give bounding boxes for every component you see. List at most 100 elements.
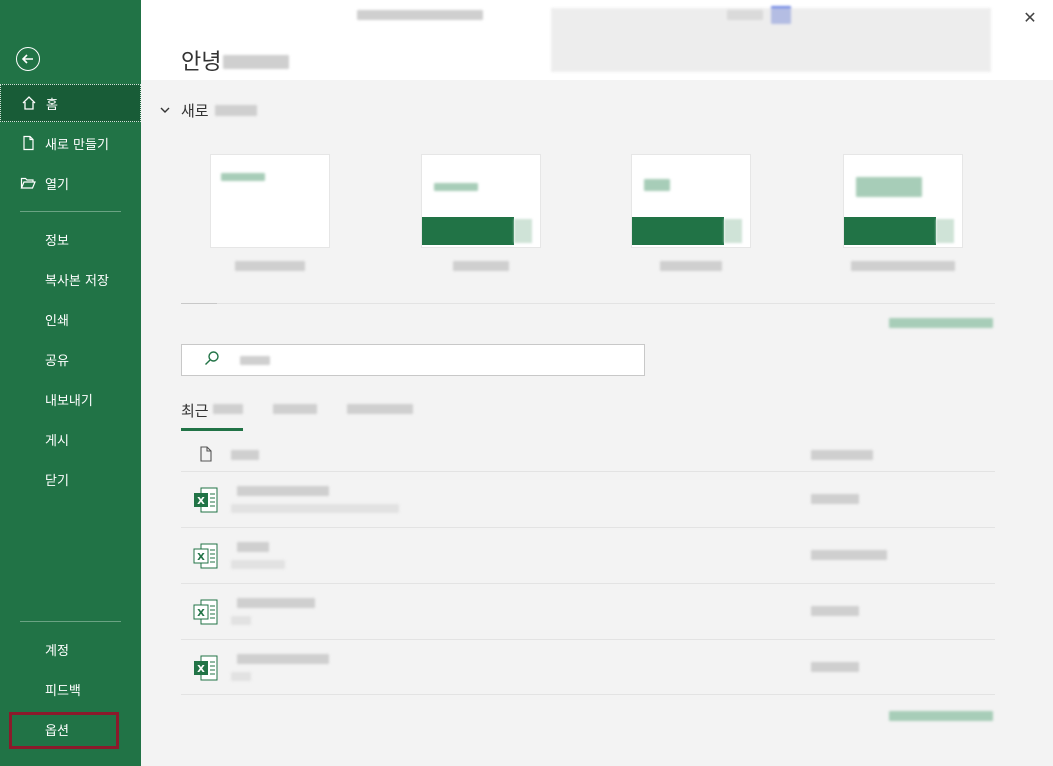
- template-card[interactable]: [211, 155, 329, 274]
- blurred-text: [272, 404, 317, 414]
- template-name: [211, 261, 329, 274]
- svg-text:X: X: [197, 496, 205, 507]
- excel-file-icon: X: [193, 654, 219, 686]
- template-bar-label: [936, 219, 954, 243]
- template-name: [422, 261, 540, 274]
- template-bar-label: [514, 219, 532, 243]
- blurred-text: [235, 261, 305, 271]
- sidebar-item-export[interactable]: 내보내기: [0, 380, 141, 418]
- sidebar-item-info[interactable]: 정보: [0, 220, 141, 258]
- template-thumbnail: [632, 155, 750, 247]
- svg-text:X: X: [197, 664, 205, 675]
- file-name: [237, 598, 315, 608]
- page-title: 안녕: [181, 44, 290, 76]
- tab-pinned[interactable]: [272, 400, 317, 428]
- blurred-text: [346, 404, 413, 414]
- file-date: [811, 606, 859, 616]
- table-row[interactable]: X: [181, 527, 995, 584]
- template-card[interactable]: [844, 155, 962, 274]
- file-tabs: 최근: [181, 400, 443, 431]
- folder-open-icon: [20, 175, 36, 191]
- sidebar-item-print[interactable]: 인쇄: [0, 300, 141, 338]
- sidebar-item-account[interactable]: 계정: [0, 630, 141, 668]
- blurred-name: [223, 55, 290, 69]
- file-path: [231, 672, 251, 681]
- tab-recent[interactable]: 최근: [181, 400, 243, 431]
- sidebar-item-label: 새로 만들기: [45, 137, 109, 153]
- table-row[interactable]: X: [181, 583, 995, 640]
- back-arrow-icon[interactable]: [16, 47, 40, 71]
- blurred-text: [660, 261, 722, 271]
- blurred-text: [453, 261, 509, 271]
- svg-text:X: X: [197, 608, 205, 619]
- sidebar-item-publish[interactable]: 게시: [0, 420, 141, 458]
- section-label: 새로: [181, 102, 209, 120]
- sidebar-item-label: 계정: [45, 643, 69, 659]
- excel-file-icon: X: [193, 486, 219, 518]
- home-icon: [21, 95, 37, 111]
- file-path: [231, 560, 285, 569]
- template-card[interactable]: [422, 155, 540, 274]
- tab-label: 최근: [181, 402, 209, 420]
- file-path: [231, 504, 399, 513]
- blurred-text: [851, 261, 955, 271]
- sidebar-item-label: 정보: [45, 233, 69, 249]
- sidebar-item-label: 공유: [45, 353, 69, 369]
- sidebar-item-label: 홈: [46, 97, 58, 113]
- divider: [181, 694, 995, 695]
- close-icon[interactable]: ✕: [1019, 6, 1041, 28]
- file-name: [237, 654, 329, 664]
- sidebar-item-save-copy[interactable]: 복사본 저장: [0, 260, 141, 298]
- blurred-text: [212, 404, 243, 414]
- search-box[interactable]: [181, 344, 645, 376]
- template-green-bar: [632, 217, 724, 245]
- table-row[interactable]: X: [181, 639, 995, 696]
- blurred-text: [214, 105, 257, 116]
- template-green-bar: [422, 217, 514, 245]
- search-icon: [204, 350, 220, 370]
- backstage-main: ✕ 안녕 새로 최근 X X X X: [141, 0, 1053, 766]
- greeting-text: 안녕: [181, 50, 222, 75]
- sidebar-item-label: 열기: [45, 177, 69, 193]
- template-name: [844, 261, 962, 274]
- svg-text:X: X: [197, 552, 205, 563]
- sidebar-divider: [20, 621, 121, 622]
- sidebar-item-new[interactable]: 새로 만들기: [0, 124, 141, 162]
- more-files-link[interactable]: [889, 711, 993, 721]
- file-date: [811, 494, 859, 504]
- file-date: [811, 550, 887, 560]
- template-thumbnail: [422, 155, 540, 247]
- sidebar-item-label: 게시: [45, 433, 69, 449]
- template-card[interactable]: [632, 155, 750, 274]
- template-bar-label: [724, 219, 742, 243]
- sidebar-item-label: 내보내기: [45, 393, 93, 409]
- divider: [181, 303, 217, 304]
- template-thumbnail: [211, 155, 329, 247]
- more-templates-link[interactable]: [889, 318, 993, 328]
- tab-shared[interactable]: [346, 400, 413, 428]
- search-placeholder[interactable]: [240, 355, 270, 365]
- sidebar-item-home[interactable]: 홈: [0, 84, 141, 122]
- blurred-text: [221, 173, 265, 181]
- backstage-sidebar: 홈 새로 만들기 열기 정보 복사본 저장 인쇄 공유 내보내기 게시 닫기 계…: [0, 0, 141, 766]
- new-document-icon: [20, 135, 36, 151]
- file-list-header: [181, 444, 995, 468]
- sidebar-item-feedback[interactable]: 피드백: [0, 670, 141, 708]
- sidebar-divider: [20, 211, 121, 212]
- sidebar-item-open[interactable]: 열기: [0, 164, 141, 202]
- sidebar-item-share[interactable]: 공유: [0, 340, 141, 378]
- sidebar-item-close[interactable]: 닫기: [0, 460, 141, 498]
- column-name[interactable]: [231, 450, 259, 460]
- column-date[interactable]: [811, 450, 873, 460]
- divider: [217, 303, 995, 304]
- options-highlight-box: [9, 712, 119, 749]
- excel-file-icon: X: [193, 598, 219, 630]
- new-section-header[interactable]: 새로: [159, 100, 257, 121]
- blurred-text: [434, 183, 478, 191]
- table-row[interactable]: X: [181, 471, 995, 528]
- sidebar-item-label: 피드백: [45, 683, 81, 699]
- file-icon: [199, 446, 213, 465]
- sidebar-item-label: 인쇄: [45, 313, 69, 329]
- template-thumbnail: [844, 155, 962, 247]
- banner-decoration: [551, 8, 991, 72]
